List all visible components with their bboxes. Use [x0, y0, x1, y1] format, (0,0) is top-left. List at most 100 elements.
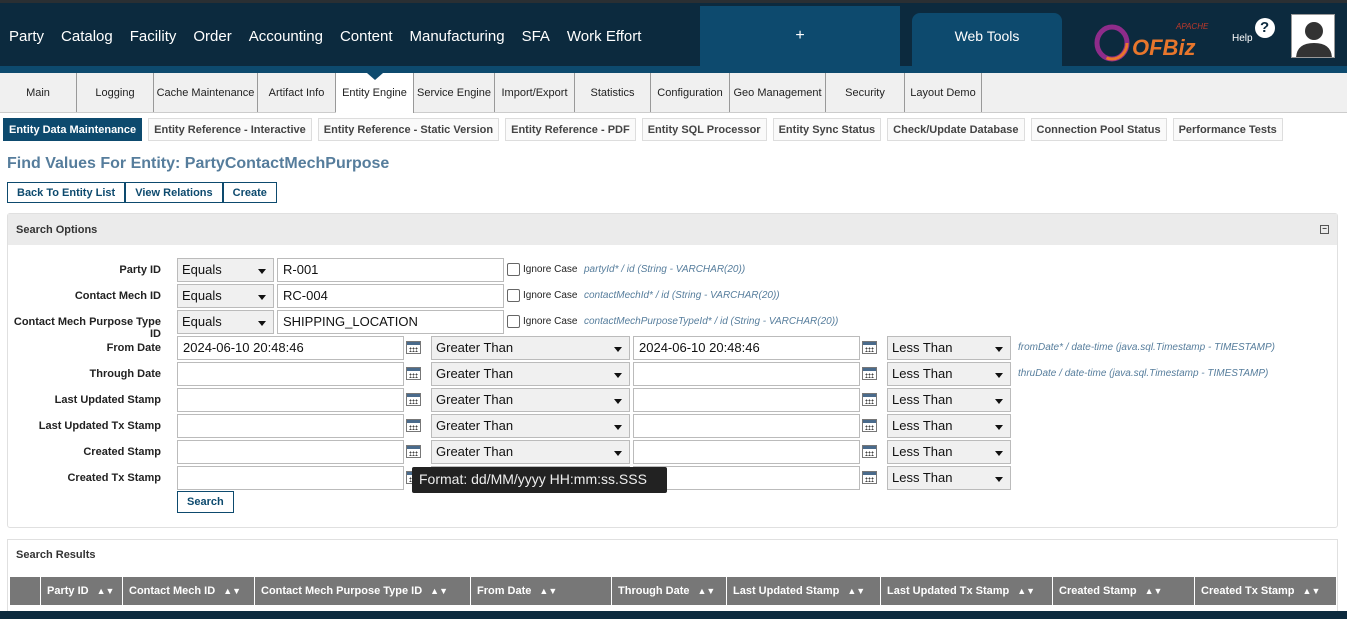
created-tx-stamp-to-input[interactable] [633, 466, 860, 490]
tab-cache-maintenance[interactable]: Cache Maintenance [154, 73, 258, 112]
back-to-entity-list-button[interactable]: Back To Entity List [7, 182, 126, 203]
tab-main[interactable]: Main [0, 73, 77, 112]
last-updated-stamp-from-input[interactable] [177, 388, 404, 412]
column-header-last-updated-tx-stamp[interactable]: Last Updated Tx Stamp ▲▼ [881, 577, 1053, 605]
last-updated-tx-stamp-from-calendar-icon[interactable] [406, 419, 421, 432]
last-updated-tx-stamp-to-operator-select[interactable]: Less Than [887, 414, 1011, 438]
contact-mech-id-input[interactable]: RC-004 [277, 284, 504, 308]
app-menu-content[interactable]: Content [331, 6, 401, 66]
app-menu-work-effort[interactable]: Work Effort [558, 6, 649, 66]
column-header-contact-mech-id[interactable]: Contact Mech ID ▲▼ [123, 577, 255, 605]
help-link[interactable]: Help ? [1232, 17, 1275, 44]
column-header-from-date[interactable]: From Date ▲▼ [471, 577, 612, 605]
created-stamp-to-operator-select[interactable]: Less Than [887, 440, 1011, 464]
sort-icon[interactable]: ▲▼ [847, 586, 865, 596]
sort-icon[interactable]: ▲▼ [223, 586, 241, 596]
tab-entity-data-maintenance[interactable]: Entity Data Maintenance [3, 118, 143, 141]
created-tx-stamp-from-input[interactable] [177, 466, 404, 490]
column-header-last-updated-stamp[interactable]: Last Updated Stamp ▲▼ [727, 577, 881, 605]
contact-mech-purpose-type-id-input[interactable]: SHIPPING_LOCATION [277, 310, 504, 334]
from-date-from-input[interactable]: 2024-06-10 20:48:46 [177, 336, 404, 360]
sort-icon[interactable]: ▲▼ [1017, 586, 1035, 596]
search-button[interactable]: Search [177, 491, 234, 513]
through-date-to-operator-select[interactable]: Less Than [887, 362, 1011, 386]
app-menu-sfa[interactable]: SFA [513, 6, 558, 66]
contact-mech-id-ignore-case[interactable]: Ignore Case [507, 289, 577, 302]
contact-mech-purpose-type-id-ignore-case-checkbox[interactable] [507, 315, 520, 328]
tab-entity-sql-processor[interactable]: Entity SQL Processor [641, 118, 767, 141]
app-tab-web-tools[interactable]: Web Tools [912, 13, 1062, 66]
contact-mech-purpose-type-id-ignore-case[interactable]: Ignore Case [507, 315, 577, 328]
column-header-created-stamp[interactable]: Created Stamp ▲▼ [1053, 577, 1195, 605]
created-stamp-from-operator-select[interactable]: Greater Than [431, 440, 630, 464]
tab-security[interactable]: Security [826, 73, 905, 112]
created-stamp-to-input[interactable] [633, 440, 860, 464]
last-updated-stamp-from-operator-select[interactable]: Greater Than [431, 388, 630, 412]
add-app-button[interactable]: + [700, 6, 900, 66]
tab-check-update-database[interactable]: Check/Update Database [887, 118, 1025, 141]
tab-service-engine[interactable]: Service Engine [414, 73, 495, 112]
view-relations-button[interactable]: View Relations [125, 182, 223, 203]
tab-configuration[interactable]: Configuration [651, 73, 730, 112]
sort-icon[interactable]: ▲▼ [430, 586, 448, 596]
user-avatar[interactable] [1291, 14, 1335, 58]
app-menu-facility[interactable]: Facility [121, 6, 185, 66]
from-date-from-operator-select[interactable]: Greater Than [431, 336, 630, 360]
last-updated-tx-stamp-to-calendar-icon[interactable] [862, 419, 877, 432]
tab-logging[interactable]: Logging [77, 73, 154, 112]
party-id-ignore-case-checkbox[interactable] [507, 263, 520, 276]
party-id-ignore-case[interactable]: Ignore Case [507, 263, 577, 276]
through-date-from-calendar-icon[interactable] [406, 367, 421, 380]
sort-icon[interactable]: ▲▼ [539, 586, 557, 596]
last-updated-tx-stamp-from-operator-select[interactable]: Greater Than [431, 414, 630, 438]
tab-entity-reference-static-version[interactable]: Entity Reference - Static Version [317, 118, 500, 141]
app-menu-accounting[interactable]: Accounting [240, 6, 331, 66]
last-updated-stamp-to-input[interactable] [633, 388, 860, 412]
tab-artifact-info[interactable]: Artifact Info [258, 73, 336, 112]
tab-performance-tests[interactable]: Performance Tests [1172, 118, 1283, 141]
tab-connection-pool-status[interactable]: Connection Pool Status [1030, 118, 1167, 141]
create-button[interactable]: Create [222, 182, 277, 203]
last-updated-stamp-to-calendar-icon[interactable] [862, 393, 877, 406]
sort-icon[interactable]: ▲▼ [698, 586, 716, 596]
app-menu-catalog[interactable]: Catalog [52, 6, 121, 66]
column-header-through-date[interactable]: Through Date ▲▼ [612, 577, 727, 605]
contact-mech-id-operator-select[interactable]: Equals [177, 284, 274, 308]
created-stamp-to-calendar-icon[interactable] [862, 445, 877, 458]
tab-entity-reference-interactive[interactable]: Entity Reference - Interactive [148, 118, 312, 141]
through-date-to-calendar-icon[interactable] [862, 367, 877, 380]
column-header-party-id[interactable]: Party ID ▲▼ [41, 577, 123, 605]
through-date-from-input[interactable] [177, 362, 404, 386]
party-id-input[interactable]: R-001 [277, 258, 504, 282]
sort-icon[interactable]: ▲▼ [1145, 586, 1163, 596]
tab-entity-sync-status[interactable]: Entity Sync Status [772, 118, 882, 141]
ofbiz-logo[interactable]: APACHE OFBiz [1092, 15, 1220, 63]
from-date-to-operator-select[interactable]: Less Than [887, 336, 1011, 360]
contact-mech-purpose-type-id-operator-select[interactable]: Equals [177, 310, 274, 334]
tab-entity-reference-pdf[interactable]: Entity Reference - PDF [505, 118, 636, 141]
created-stamp-from-input[interactable] [177, 440, 404, 464]
tab-layout-demo[interactable]: Layout Demo [905, 73, 982, 112]
from-date-to-calendar-icon[interactable] [862, 341, 877, 354]
collapse-icon[interactable]: − [1320, 225, 1329, 234]
last-updated-stamp-from-calendar-icon[interactable] [406, 393, 421, 406]
created-tx-stamp-to-calendar-icon[interactable] [862, 471, 877, 484]
last-updated-tx-stamp-to-input[interactable] [633, 414, 860, 438]
created-stamp-from-calendar-icon[interactable] [406, 445, 421, 458]
contact-mech-id-ignore-case-checkbox[interactable] [507, 289, 520, 302]
sort-icon[interactable]: ▲▼ [97, 586, 115, 596]
column-header-contact-mech-purpose-type-id[interactable]: Contact Mech Purpose Type ID ▲▼ [255, 577, 471, 605]
created-tx-stamp-to-operator-select[interactable]: Less Than [887, 466, 1011, 490]
tab-statistics[interactable]: Statistics [575, 73, 651, 112]
app-menu-manufacturing[interactable]: Manufacturing [401, 6, 513, 66]
tab-entity-engine[interactable]: Entity Engine [336, 73, 414, 113]
from-date-to-input[interactable]: 2024-06-10 20:48:46 [633, 336, 860, 360]
app-menu-order[interactable]: Order [184, 6, 239, 66]
from-date-from-calendar-icon[interactable] [406, 341, 421, 354]
last-updated-tx-stamp-from-input[interactable] [177, 414, 404, 438]
through-date-to-input[interactable] [633, 362, 860, 386]
through-date-from-operator-select[interactable]: Greater Than [431, 362, 630, 386]
last-updated-stamp-to-operator-select[interactable]: Less Than [887, 388, 1011, 412]
sort-icon[interactable]: ▲▼ [1303, 586, 1321, 596]
app-menu-party[interactable]: Party [0, 6, 52, 66]
